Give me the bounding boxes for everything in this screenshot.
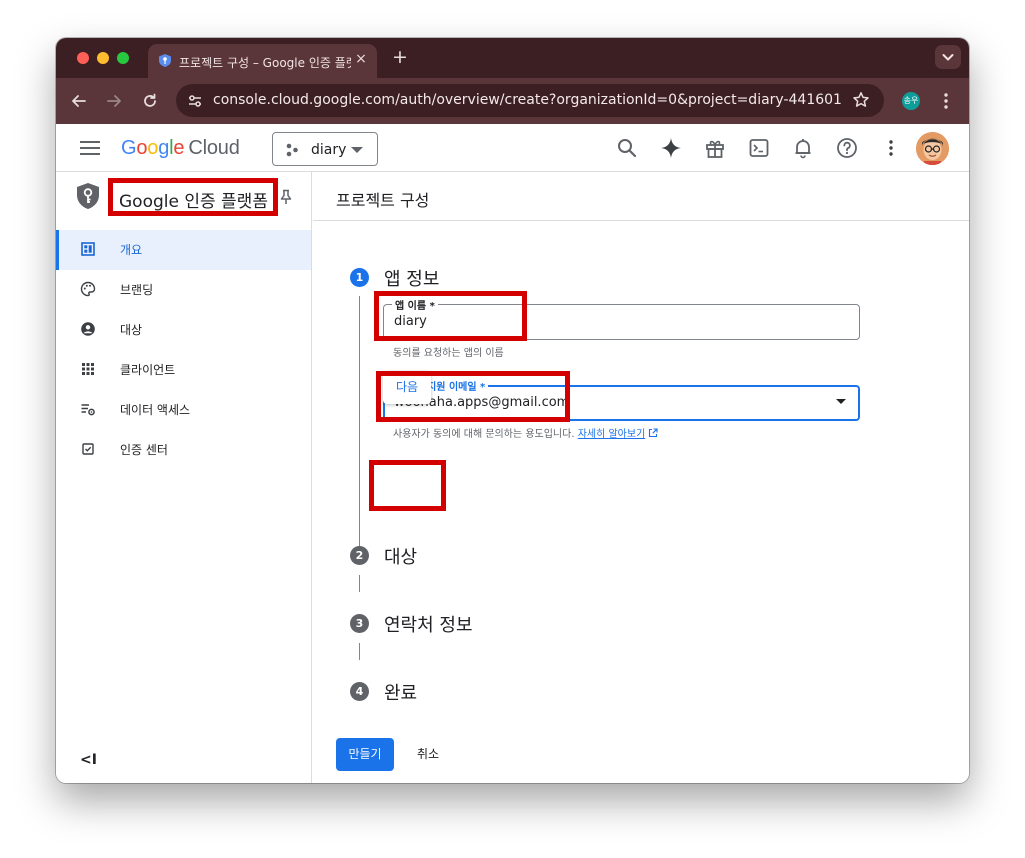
open-in-new-icon[interactable] bbox=[648, 428, 659, 438]
sidebar-header: Google 인증 플랫폼 bbox=[56, 172, 312, 220]
back-icon[interactable] bbox=[69, 91, 89, 111]
step-number: 4 bbox=[350, 682, 369, 701]
sidebar-item-label: 브랜딩 bbox=[120, 283, 154, 297]
forward-icon[interactable] bbox=[104, 91, 124, 111]
app-name-value: diary bbox=[394, 314, 427, 329]
learn-more-link[interactable]: 자세히 알아보기 bbox=[578, 429, 646, 440]
minimize-window-button[interactable] bbox=[97, 52, 109, 64]
step-connector bbox=[359, 296, 360, 560]
step-number: 2 bbox=[350, 546, 369, 565]
step-connector bbox=[359, 575, 360, 592]
close-window-button[interactable] bbox=[77, 52, 89, 64]
sidebar: Google 인증 플랫폼 개요 브랜딩 대상 클라이언트 데이터 액세스 인증… bbox=[56, 172, 312, 783]
new-tab-button[interactable]: + bbox=[390, 47, 410, 67]
bookmark-star-icon[interactable] bbox=[852, 91, 870, 109]
page-title: 프로젝트 구성 bbox=[336, 191, 430, 210]
step-title: 앱 정보 bbox=[384, 269, 440, 290]
step-title: 완료 bbox=[384, 683, 418, 704]
sidebar-item-label: 클라이언트 bbox=[120, 363, 176, 377]
account-avatar[interactable] bbox=[916, 132, 949, 165]
project-picker[interactable]: diary bbox=[272, 132, 378, 166]
app-name-hint: 동의를 요청하는 앱의 이름 bbox=[393, 348, 504, 359]
site-settings-icon[interactable] bbox=[187, 93, 203, 109]
step-title: 대상 bbox=[384, 547, 418, 568]
help-icon[interactable] bbox=[836, 137, 858, 159]
notifications-icon[interactable] bbox=[792, 137, 814, 159]
profile-avatar[interactable]: 송우 bbox=[902, 92, 920, 110]
search-icon[interactable] bbox=[616, 137, 638, 159]
browser-window: 프로젝트 구성 – Google 인증 플랫폼 × + console.clou… bbox=[56, 38, 969, 783]
tab-close-icon[interactable]: × bbox=[353, 51, 369, 67]
chevron-down-icon bbox=[942, 54, 954, 61]
tab-title: 프로젝트 구성 – Google 인증 플랫폼 bbox=[179, 56, 351, 70]
app-name-label: 앱 이름 * bbox=[392, 297, 438, 312]
app-name-field[interactable]: 앱 이름 * diary bbox=[383, 297, 860, 340]
sidebar-item-overview[interactable]: 개요 bbox=[56, 230, 311, 270]
next-button[interactable]: 다음 bbox=[383, 371, 431, 404]
sidebar-item-data-access[interactable]: 데이터 액세스 bbox=[56, 390, 311, 430]
support-email-hint: 사용자가 동의에 대해 문의하는 용도입니다. 자세히 알아보기 bbox=[393, 425, 659, 440]
create-button[interactable]: 만들기 bbox=[336, 738, 394, 771]
tab-search-button[interactable] bbox=[935, 45, 961, 69]
project-name: diary bbox=[311, 142, 347, 158]
shield-icon bbox=[159, 54, 171, 67]
dropdown-arrow-icon[interactable] bbox=[836, 399, 846, 404]
shield-key-icon bbox=[77, 183, 99, 209]
pin-icon[interactable] bbox=[279, 189, 293, 205]
logo-text: Google bbox=[121, 137, 185, 159]
palette-icon bbox=[80, 281, 96, 297]
console-header: Google Cloud diary bbox=[56, 124, 969, 172]
sidebar-item-label: 인증 센터 bbox=[120, 443, 168, 457]
sidebar-item-verification-center[interactable]: 인증 센터 bbox=[56, 430, 311, 470]
logo-product: Cloud bbox=[188, 137, 240, 159]
maximize-window-button[interactable] bbox=[117, 52, 129, 64]
page-title-bar: 프로젝트 구성 bbox=[313, 172, 969, 221]
cloud-shell-icon[interactable] bbox=[748, 137, 770, 159]
sidebar-item-audience[interactable]: 대상 bbox=[56, 310, 311, 350]
data-settings-icon bbox=[81, 404, 95, 416]
step-number: 1 bbox=[350, 268, 369, 287]
sidebar-item-branding[interactable]: 브랜딩 bbox=[56, 270, 311, 310]
cancel-button[interactable]: 취소 bbox=[405, 738, 451, 771]
sidebar-item-label: 데이터 액세스 bbox=[120, 403, 191, 417]
sidebar-item-clients[interactable]: 클라이언트 bbox=[56, 350, 311, 390]
apps-grid-icon bbox=[82, 363, 94, 375]
dashboard-icon bbox=[81, 242, 95, 256]
more-vert-icon[interactable] bbox=[880, 137, 902, 159]
reload-icon[interactable] bbox=[140, 91, 160, 111]
product-title: Google 인증 플랫폼 bbox=[119, 192, 268, 212]
account-circle-icon bbox=[81, 322, 95, 336]
collapse-sidebar-icon[interactable]: <I bbox=[80, 752, 97, 768]
support-email-hint-text: 사용자가 동의에 대해 문의하는 용도입니다. bbox=[393, 429, 575, 440]
step-connector bbox=[359, 643, 360, 660]
project-icon bbox=[286, 143, 298, 157]
step-number: 3 bbox=[350, 614, 369, 633]
address-bar[interactable]: console.cloud.google.com/auth/overview/c… bbox=[176, 84, 884, 117]
support-email-select[interactable]: 사용자 지원 이메일 * woohaha.apps@gmail.com bbox=[383, 378, 860, 421]
menu-icon[interactable] bbox=[80, 140, 100, 156]
step-title: 연락처 정보 bbox=[384, 615, 473, 636]
more-vert-icon[interactable] bbox=[941, 91, 951, 111]
avatar-image bbox=[916, 132, 949, 165]
url-text: console.cloud.google.com/auth/overview/c… bbox=[213, 92, 842, 108]
google-cloud-logo[interactable]: Google Cloud bbox=[121, 137, 240, 160]
sidebar-item-label: 대상 bbox=[120, 323, 143, 337]
caret-down-icon bbox=[351, 147, 363, 153]
tab-strip: 프로젝트 구성 – Google 인증 플랫폼 × + bbox=[56, 38, 969, 78]
gemini-icon[interactable] bbox=[660, 137, 682, 159]
browser-tab[interactable]: 프로젝트 구성 – Google 인증 플랫폼 × bbox=[148, 44, 377, 78]
sidebar-item-label: 개요 bbox=[120, 243, 143, 257]
gift-icon[interactable] bbox=[704, 137, 726, 159]
browser-toolbar: console.cloud.google.com/auth/overview/c… bbox=[56, 78, 969, 124]
checkbox-icon bbox=[82, 443, 94, 455]
